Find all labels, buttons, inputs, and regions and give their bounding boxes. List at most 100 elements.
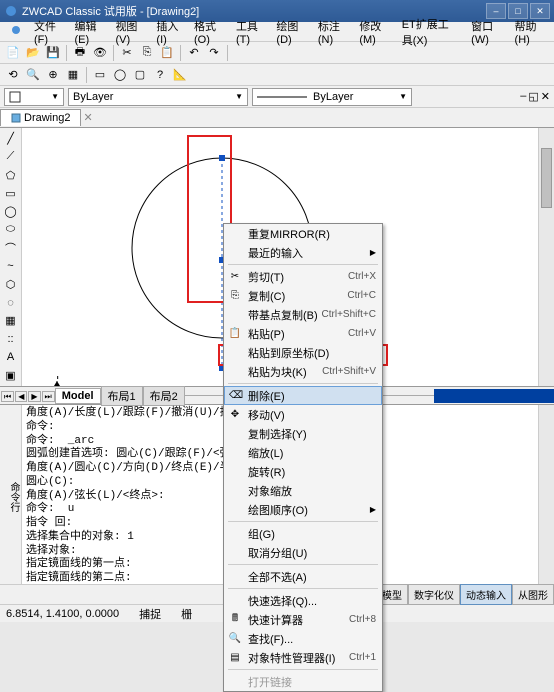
grip-top[interactable] <box>219 155 225 161</box>
snap-label[interactable]: 捕捉 <box>139 606 161 622</box>
draw-tool-8[interactable]: ⬡ <box>1 276 21 293</box>
context-menu-item-8[interactable]: 粘贴为块(K)Ctrl+Shift+V <box>224 362 382 381</box>
command-panel-title: 命令行 <box>0 405 22 584</box>
toolbar-button-16[interactable]: ▢ <box>131 66 149 84</box>
context-menu-item-0[interactable]: 重复MIRROR(R) <box>224 224 382 243</box>
context-menu-item-12[interactable]: 复制选择(Y) <box>224 424 382 443</box>
document-tabs: Drawing2 ✕ <box>0 108 554 128</box>
color-combo[interactable]: ▼ <box>4 88 64 106</box>
context-menu-item-13[interactable]: 缩放(L) <box>224 443 382 462</box>
toolbar-button-1[interactable]: 📂 <box>24 44 42 62</box>
draw-tool-2[interactable]: ⬠ <box>1 166 21 183</box>
toolbar-button-4[interactable]: 👁 <box>91 44 109 62</box>
toolbar-button-7[interactable]: 📋 <box>158 44 176 62</box>
draw-tool-12[interactable]: A <box>1 349 21 366</box>
draw-tool-6[interactable]: ⌒ <box>1 239 21 256</box>
toolbar-button-17[interactable]: ? <box>151 66 169 84</box>
context-menu-item-7[interactable]: 粘贴到原坐标(D) <box>224 343 382 362</box>
vertical-scrollbar[interactable] <box>538 128 554 386</box>
context-menu-item-11[interactable]: ✥移动(V) <box>224 405 382 424</box>
grid-label[interactable]: 栅 <box>181 606 192 622</box>
cm-label: 快速计算器 <box>248 612 303 628</box>
context-menu-item-25[interactable]: 🔍查找(F)... <box>224 629 382 648</box>
horizontal-scrollbar[interactable] <box>434 389 554 403</box>
cm-label: 对象缩放 <box>248 483 292 499</box>
scrollbar-thumb[interactable] <box>541 148 552 208</box>
toolbar-button-15[interactable]: ◯ <box>111 66 129 84</box>
cm-shortcut: Ctrl+C <box>347 290 376 301</box>
toolbar-button-2[interactable]: 💾 <box>44 44 62 62</box>
context-menu-item-4[interactable]: ⎘复制(C)Ctrl+C <box>224 286 382 305</box>
context-menu-item-15[interactable]: 对象缩放 <box>224 481 382 500</box>
tab-nav-buttons[interactable]: ⏮◀▶⏭ <box>0 390 55 402</box>
toolbar-button-9[interactable]: ↷ <box>205 44 223 62</box>
tab-close-icon[interactable]: ✕ <box>83 111 92 124</box>
context-menu-item-14[interactable]: 旋转(R) <box>224 462 382 481</box>
layout-tab-布局1[interactable]: 布局1 <box>101 386 143 406</box>
menu-6[interactable]: 绘图(D) <box>270 16 311 48</box>
context-menu-item-6[interactable]: 📋粘贴(P)Ctrl+V <box>224 324 382 343</box>
draw-tool-1[interactable]: ⟋ <box>1 148 21 165</box>
toolbar-button-18[interactable]: 📐 <box>171 66 189 84</box>
toolbar-button-8[interactable]: ↶ <box>185 44 203 62</box>
draw-tool-10[interactable]: ▦ <box>1 312 21 329</box>
doc-restore-button[interactable]: ◱ <box>528 90 538 103</box>
layer-combo[interactable]: ByLayer ▼ <box>68 88 248 106</box>
context-menu-item-21[interactable]: 全部不选(A) <box>224 567 382 586</box>
menu-11[interactable]: 帮助(H) <box>509 16 550 48</box>
draw-tool-9[interactable]: ◌ <box>1 294 21 311</box>
menu-7[interactable]: 标注(N) <box>312 16 353 48</box>
toolbar-button-0[interactable]: 📄 <box>4 44 22 62</box>
toolbar-button-3[interactable]: 🖶 <box>71 44 89 62</box>
linetype-combo[interactable]: ByLayer ▼ <box>252 88 412 106</box>
toolbar-button-5[interactable]: ✂ <box>118 44 136 62</box>
menu-8[interactable]: 修改(M) <box>353 16 395 48</box>
properties-bar: ▼ ByLayer ▼ ByLayer ▼ – ◱ ✕ <box>0 86 554 108</box>
layout-tab-Model[interactable]: Model <box>55 388 101 404</box>
doc-minimize-button[interactable]: – <box>520 90 526 103</box>
doc-close-button[interactable]: ✕ <box>541 90 550 103</box>
toolbar-button-10[interactable]: ⟲ <box>4 66 22 84</box>
menu-10[interactable]: 窗口(W) <box>465 16 508 48</box>
toggle-从图形[interactable]: 从图形 <box>512 584 554 605</box>
command-scrollbar[interactable] <box>538 405 554 584</box>
cm-shortcut: Ctrl+V <box>348 328 376 339</box>
context-menu-item-24[interactable]: 🖩快速计算器Ctrl+8 <box>224 610 382 629</box>
cm-shortcut: Ctrl+Shift+V <box>322 366 376 377</box>
menu-9[interactable]: ET扩展工具(X) <box>396 14 465 50</box>
toolbar-button-14[interactable]: ▭ <box>91 66 109 84</box>
context-menu-item-19[interactable]: 取消分组(U) <box>224 543 382 562</box>
toolbar-button-11[interactable]: 🔍 <box>24 66 42 84</box>
draw-toolbar: ╱⟋⬠▭◯⬭⌒~⬡◌▦::A▣ <box>0 128 22 386</box>
context-menu-item-28: 打开链接 <box>224 672 382 691</box>
toolbar-button-6[interactable]: ⎘ <box>138 44 156 62</box>
toolbar-button-12[interactable]: ⊕ <box>44 66 62 84</box>
draw-tool-0[interactable]: ╱ <box>1 130 21 147</box>
context-menu-item-3[interactable]: ✂剪切(T)Ctrl+X <box>224 267 382 286</box>
draw-tool-4[interactable]: ◯ <box>1 203 21 220</box>
context-menu-item-5[interactable]: 带基点复制(B)Ctrl+Shift+C <box>224 305 382 324</box>
context-menu-item-10[interactable]: ⌫删除(E) <box>224 386 382 405</box>
draw-tool-3[interactable]: ▭ <box>1 185 21 202</box>
context-menu-item-26[interactable]: ▤对象特性管理器(I)Ctrl+1 <box>224 648 382 667</box>
draw-tool-13[interactable]: ▣ <box>1 367 21 384</box>
toggle-数字化仪[interactable]: 数字化仪 <box>408 584 460 605</box>
app-menu-icon[interactable] <box>4 22 28 41</box>
document-tab[interactable]: Drawing2 <box>0 109 81 126</box>
cm-label: 移动(V) <box>248 407 285 423</box>
cm-label: 删除(E) <box>248 388 285 404</box>
context-menu-item-1[interactable]: 最近的输入▶ <box>224 243 382 262</box>
menu-5[interactable]: 工具(T) <box>230 16 270 48</box>
context-menu-item-23[interactable]: 快速选择(Q)... <box>224 591 382 610</box>
draw-tool-11[interactable]: :: <box>1 330 21 347</box>
draw-tool-7[interactable]: ~ <box>1 258 21 275</box>
context-menu-item-18[interactable]: 组(G) <box>224 524 382 543</box>
cm-shortcut: Ctrl+Shift+C <box>322 309 376 320</box>
coords-readout: 6.8514, 1.4100, 0.0000 <box>6 608 119 620</box>
cm-icon: 🔍 <box>228 633 242 644</box>
context-menu-item-16[interactable]: 绘图顺序(O)▶ <box>224 500 382 519</box>
layout-tab-布局2[interactable]: 布局2 <box>143 386 185 406</box>
toolbar-button-13[interactable]: ▦ <box>64 66 82 84</box>
toggle-动态输入[interactable]: 动态输入 <box>460 584 512 605</box>
draw-tool-5[interactable]: ⬭ <box>1 221 21 238</box>
